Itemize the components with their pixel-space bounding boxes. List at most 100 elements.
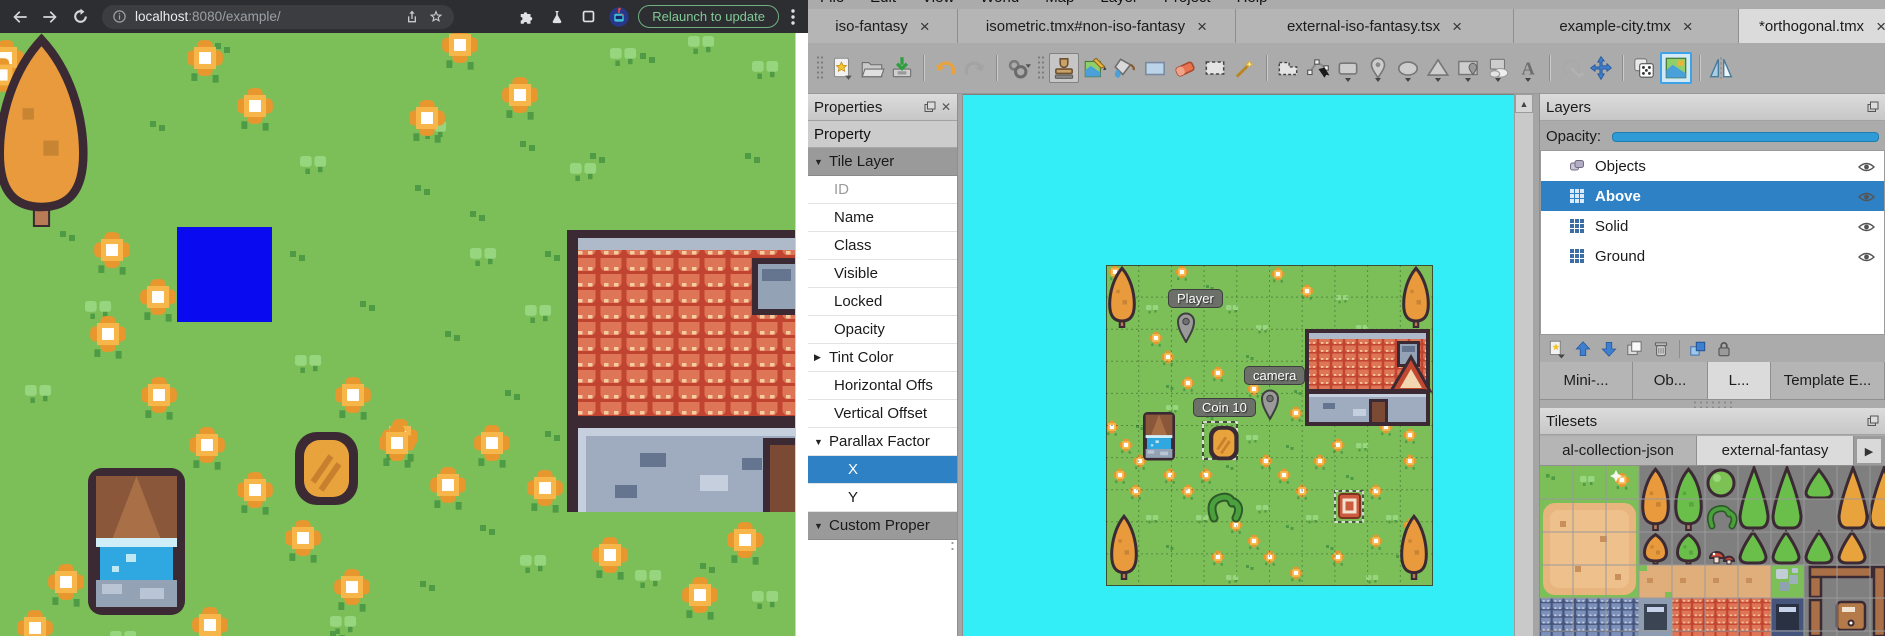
- magic-wand-icon[interactable]: [1231, 54, 1259, 82]
- back-icon[interactable]: [8, 5, 32, 29]
- redo-icon[interactable]: [961, 54, 989, 82]
- object-label-coin[interactable]: Coin 10: [1193, 398, 1256, 417]
- insert-polygon-icon[interactable]: [1424, 54, 1452, 82]
- duplicate-layer-icon[interactable]: [1623, 337, 1647, 361]
- share-icon[interactable]: [404, 9, 420, 25]
- panel-splitter[interactable]: [1533, 94, 1540, 636]
- property-row-visible[interactable]: Visible: [808, 260, 957, 288]
- dock-tab-1[interactable]: Mini-...: [1540, 362, 1633, 399]
- dock-tab-3[interactable]: L...: [1708, 362, 1771, 399]
- run-commands-icon[interactable]: [1004, 54, 1032, 82]
- dock-tab-2[interactable]: Ob...: [1633, 362, 1708, 399]
- property-row-horizontal-offs[interactable]: Horizontal Offs: [808, 372, 957, 400]
- scroll-up-icon[interactable]: ▲: [1515, 94, 1533, 113]
- tab-close-icon[interactable]: ×: [920, 18, 930, 35]
- layer-row-objects[interactable]: Objects: [1541, 151, 1884, 181]
- opacity-slider[interactable]: [1612, 132, 1879, 142]
- insert-rectangle-icon[interactable]: [1334, 54, 1362, 82]
- new-layer-icon[interactable]: [1545, 337, 1569, 361]
- collapse-collapsed-icon[interactable]: ▶: [814, 352, 824, 363]
- property-row-tint-color[interactable]: ▶Tint Color: [808, 344, 957, 372]
- relaunch-to-update-button[interactable]: Relaunch to update: [638, 5, 779, 28]
- bucket-fill-icon[interactable]: [1111, 54, 1139, 82]
- visibility-eye-icon[interactable]: [1858, 190, 1875, 207]
- automap-icon[interactable]: [1660, 52, 1692, 84]
- bookmark-star-icon[interactable]: [428, 9, 444, 25]
- stamp-brush-icon[interactable]: [1049, 53, 1079, 83]
- property-row-parallax-factor[interactable]: ▼Parallax Factor: [808, 428, 957, 456]
- new-map-icon[interactable]: [828, 54, 856, 82]
- property-row-tile-layer[interactable]: ▼Tile Layer: [808, 148, 957, 176]
- insert-tile-icon[interactable]: [1454, 54, 1482, 82]
- property-row-name[interactable]: Name: [808, 204, 957, 232]
- property-row-opacity[interactable]: Opacity: [808, 316, 957, 344]
- tileset-grid[interactable]: [1540, 466, 1885, 636]
- tab-close-icon[interactable]: ×: [1452, 18, 1462, 35]
- insert-template-icon[interactable]: [1484, 54, 1512, 82]
- game-page-canvas[interactable]: [0, 33, 795, 636]
- menu-item-edit[interactable]: Edit: [870, 0, 896, 6]
- lower-layer-icon[interactable]: [1597, 337, 1621, 361]
- menu-item-project[interactable]: Project: [1164, 0, 1211, 6]
- pan-icon[interactable]: [1587, 54, 1615, 82]
- tab-close-icon[interactable]: ×: [1876, 18, 1885, 35]
- layer-row-ground[interactable]: Ground: [1541, 241, 1884, 271]
- layer-row-above[interactable]: Above: [1541, 181, 1884, 211]
- rotate-icon[interactable]: [1557, 54, 1585, 82]
- select-same-tile-icon[interactable]: [1274, 54, 1302, 82]
- raise-layer-icon[interactable]: [1571, 337, 1595, 361]
- layer-row-solid[interactable]: Solid: [1541, 211, 1884, 241]
- close-panel-icon[interactable]: ✕: [941, 100, 951, 114]
- property-row-vertical-offset[interactable]: Vertical Offset: [808, 400, 957, 428]
- menu-item-map[interactable]: Map: [1045, 0, 1074, 6]
- save-file-icon[interactable]: [888, 54, 916, 82]
- collapse-expanded-icon[interactable]: ▼: [814, 437, 824, 447]
- random-mode-icon[interactable]: [1630, 54, 1658, 82]
- object-label-player[interactable]: Player: [1168, 289, 1223, 308]
- tab-close-icon[interactable]: ×: [1683, 18, 1693, 35]
- lock-layer-icon[interactable]: [1712, 337, 1736, 361]
- property-row-id[interactable]: ID: [808, 176, 957, 204]
- menu-item-world[interactable]: World: [980, 0, 1019, 6]
- highlight-layer-icon[interactable]: [1686, 337, 1710, 361]
- document-tab-1[interactable]: iso-fantasy×: [808, 9, 958, 43]
- map-canvas[interactable]: PlayercameraCoin 10: [1106, 265, 1433, 586]
- flip-horizontal-icon[interactable]: [1707, 54, 1735, 82]
- panel-resize-grip[interactable]: [950, 522, 956, 552]
- map-vertical-scrollbar[interactable]: ▲: [1514, 94, 1533, 636]
- undo-icon[interactable]: [931, 54, 959, 82]
- document-tab-3[interactable]: external-iso-fantasy.tsx×: [1236, 9, 1514, 43]
- object-pin-icon[interactable]: [1176, 311, 1196, 343]
- site-info-icon[interactable]: [112, 9, 127, 24]
- browser-menu-kebab-icon[interactable]: [786, 5, 800, 29]
- forward-icon[interactable]: [38, 5, 62, 29]
- edit-polygons-icon[interactable]: [1304, 54, 1332, 82]
- property-row-x[interactable]: X: [808, 456, 957, 484]
- dock-resize-grip[interactable]: [1692, 400, 1736, 408]
- shape-fill-icon[interactable]: [1141, 54, 1169, 82]
- open-file-icon[interactable]: [858, 54, 886, 82]
- visibility-eye-icon[interactable]: [1858, 160, 1875, 177]
- menu-item-file[interactable]: File: [820, 0, 844, 6]
- extension-flask-icon[interactable]: [545, 5, 569, 29]
- float-panel-icon[interactable]: [1867, 415, 1879, 427]
- document-tab-2[interactable]: isometric.tmx#non-iso-fantasy×: [958, 9, 1236, 43]
- extension-puzzle-icon[interactable]: [514, 5, 538, 29]
- collapse-expanded-icon[interactable]: ▼: [814, 157, 824, 167]
- float-panel-icon[interactable]: [924, 101, 936, 113]
- tileset-tab-2[interactable]: external-fantasy: [1697, 436, 1854, 465]
- map-view[interactable]: PlayercameraCoin 10: [963, 94, 1514, 636]
- rectangular-select-icon[interactable]: [1201, 54, 1229, 82]
- insert-ellipse-icon[interactable]: [1394, 54, 1422, 82]
- property-row-locked[interactable]: Locked: [808, 288, 957, 316]
- document-tab-5[interactable]: *orthogonal.tmx×: [1739, 9, 1885, 43]
- extension-square-icon[interactable]: [576, 5, 600, 29]
- insert-point-icon[interactable]: [1364, 54, 1392, 82]
- dock-tab-4[interactable]: Template E...: [1771, 362, 1885, 399]
- remove-layer-icon[interactable]: [1649, 337, 1673, 361]
- terrain-brush-icon[interactable]: [1081, 54, 1109, 82]
- address-bar[interactable]: localhost:8080/example/: [102, 5, 454, 29]
- property-row-custom-proper[interactable]: ▼Custom Proper: [808, 512, 957, 540]
- menu-item-help[interactable]: Help: [1237, 0, 1268, 6]
- object-pin-icon[interactable]: [1260, 388, 1280, 420]
